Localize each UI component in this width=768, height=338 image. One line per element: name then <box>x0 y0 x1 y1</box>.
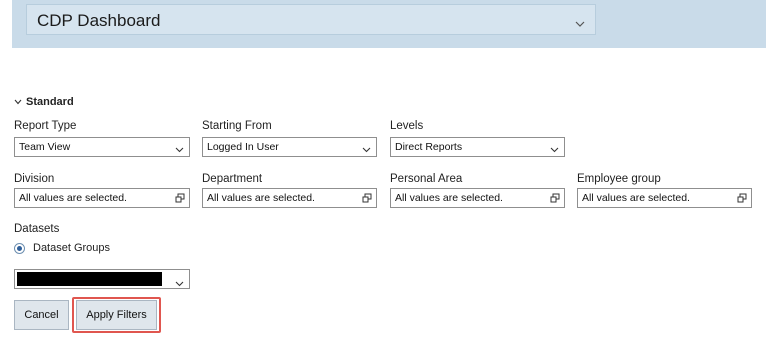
datasets-label: Datasets <box>14 223 60 235</box>
value-help-icon[interactable] <box>362 193 372 206</box>
dataset-groups-radio-option[interactable]: Dataset Groups <box>14 242 110 254</box>
employee-group-label: Employee group <box>577 173 661 185</box>
apply-filters-button[interactable]: Apply Filters <box>76 300 157 330</box>
department-value: All values are selected. <box>207 192 315 204</box>
radio-button[interactable] <box>14 242 25 254</box>
report-type-select[interactable]: Team View <box>14 137 190 157</box>
division-label: Division <box>14 173 55 185</box>
chevron-down-icon <box>14 96 22 108</box>
apply-highlight-frame: Apply Filters <box>72 297 161 333</box>
starting-from-value: Logged In User <box>207 141 279 153</box>
section-title: Standard <box>26 96 74 108</box>
levels-value: Direct Reports <box>395 141 463 153</box>
cancel-button[interactable]: Cancel <box>14 300 69 330</box>
chevron-down-icon <box>175 144 184 156</box>
chevron-down-icon <box>550 144 559 156</box>
section-toggle-standard[interactable]: Standard <box>14 94 74 110</box>
division-value: All values are selected. <box>19 192 127 204</box>
redacted-value <box>17 272 162 286</box>
value-help-icon[interactable] <box>175 193 185 206</box>
department-multiselect[interactable]: All values are selected. <box>202 188 377 208</box>
dataset-group-select[interactable] <box>14 269 190 289</box>
view-selector[interactable]: CDP Dashboard <box>26 4 596 35</box>
report-type-label: Report Type <box>14 120 77 132</box>
division-multiselect[interactable]: All values are selected. <box>14 188 190 208</box>
starting-from-select[interactable]: Logged In User <box>202 137 377 157</box>
personal-area-multiselect[interactable]: All values are selected. <box>390 188 565 208</box>
personal-area-label: Personal Area <box>390 173 463 185</box>
levels-label: Levels <box>390 120 424 132</box>
report-type-value: Team View <box>19 141 71 153</box>
radio-selected-dot <box>17 245 22 251</box>
personal-area-value: All values are selected. <box>395 192 503 204</box>
value-help-icon[interactable] <box>550 193 560 206</box>
levels-select[interactable]: Direct Reports <box>390 137 565 157</box>
employee-group-value: All values are selected. <box>582 192 690 204</box>
dataset-groups-label: Dataset Groups <box>33 242 111 254</box>
chevron-down-icon <box>175 276 184 290</box>
header-band: CDP Dashboard <box>12 0 766 48</box>
chevron-down-icon <box>362 144 371 156</box>
chevron-down-icon <box>575 16 585 30</box>
starting-from-label: Starting From <box>202 120 272 132</box>
view-title: CDP Dashboard <box>37 11 161 30</box>
employee-group-multiselect[interactable]: All values are selected. <box>577 188 752 208</box>
value-help-icon[interactable] <box>737 193 747 206</box>
department-label: Department <box>202 173 263 185</box>
